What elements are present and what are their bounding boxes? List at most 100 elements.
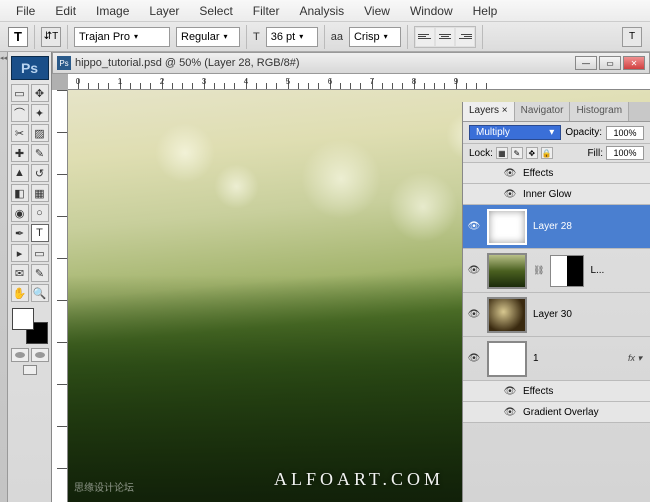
marquee-tool[interactable]: ▭ (11, 84, 29, 102)
menu-edit[interactable]: Edit (45, 2, 86, 20)
menu-select[interactable]: Select (189, 2, 242, 20)
lock-all-button[interactable]: 🔒 (541, 147, 553, 159)
menu-filter[interactable]: Filter (243, 2, 290, 20)
tab-layers[interactable]: Layers × (463, 102, 515, 121)
antialias-label: aa (331, 31, 343, 43)
menu-file[interactable]: File (6, 2, 45, 20)
layer-thumbnail[interactable] (487, 341, 527, 377)
ruler-vertical[interactable] (52, 90, 68, 502)
document-titlebar[interactable]: Ps hippo_tutorial.psd @ 50% (Layer 28, R… (52, 52, 650, 74)
layer-row[interactable]: 👁 Layer 28 (463, 205, 650, 249)
shape-tool[interactable]: ▭ (31, 244, 49, 262)
effects-row[interactable]: 👁 Effects (463, 163, 650, 184)
text-orientation-button[interactable]: ⇵T (41, 27, 61, 47)
minimize-button[interactable]: — (575, 56, 597, 70)
stamp-tool[interactable]: ▲ (11, 164, 29, 182)
eyedropper-tool[interactable]: ✎ (31, 264, 49, 282)
healing-tool[interactable]: ✚ (11, 144, 29, 162)
hand-tool[interactable]: ✋ (11, 284, 29, 302)
visibility-toggle[interactable]: 👁 (503, 384, 517, 398)
opacity-field[interactable] (606, 126, 644, 140)
ruler-horizontal[interactable]: 0123456789 (68, 74, 650, 90)
menu-view[interactable]: View (354, 2, 400, 20)
warp-text-button[interactable]: T (622, 27, 642, 47)
zoom-tool[interactable]: 🔍 (31, 284, 49, 302)
align-right-button[interactable] (456, 28, 474, 46)
menu-analysis[interactable]: Analysis (289, 2, 354, 20)
layer-row[interactable]: 👁 1 fx ▾ (463, 337, 650, 381)
font-size-dropdown[interactable]: 36 pt (266, 27, 318, 47)
blend-mode-dropdown[interactable]: Multiply▾ (469, 125, 561, 140)
layer-row[interactable]: 👁 ⛓ L... (463, 249, 650, 293)
eraser-tool[interactable]: ◧ (11, 184, 29, 202)
move-tool[interactable]: ✥ (31, 84, 49, 102)
layer-mask-thumbnail[interactable] (550, 255, 584, 287)
divider (34, 25, 35, 49)
visibility-toggle[interactable]: 👁 (503, 187, 517, 201)
maximize-button[interactable]: ▭ (599, 56, 621, 70)
color-swatches[interactable] (12, 308, 48, 344)
tool-preset-button[interactable]: T (8, 27, 28, 47)
fx-badge[interactable]: fx ▾ (624, 353, 646, 364)
history-brush-tool[interactable]: ↺ (31, 164, 49, 182)
path-select-tool[interactable]: ▸ (11, 244, 29, 262)
font-family-dropdown[interactable]: Trajan Pro (74, 27, 170, 47)
type-tool[interactable]: T (31, 224, 49, 242)
align-left-button[interactable] (416, 28, 434, 46)
notes-tool[interactable]: ✉ (11, 264, 29, 282)
layer-thumbnail[interactable] (487, 209, 527, 245)
layer-thumbnail[interactable] (487, 253, 527, 289)
screenmode-button[interactable] (23, 365, 37, 375)
layer-row[interactable]: 👁 Layer 30 (463, 293, 650, 337)
font-style-dropdown[interactable]: Regular (176, 27, 240, 47)
layer-name[interactable]: 1 (533, 353, 539, 364)
antialias-dropdown[interactable]: Crisp (349, 27, 401, 47)
dodge-tool[interactable]: ○ (31, 204, 49, 222)
gradient-tool[interactable]: ▦ (31, 184, 49, 202)
layer-name[interactable]: L... (590, 265, 604, 276)
menu-image[interactable]: Image (86, 2, 139, 20)
visibility-toggle[interactable]: 👁 (503, 166, 517, 180)
visibility-toggle[interactable]: 👁 (467, 220, 481, 234)
panel-tabs: Layers × Navigator Histogram (463, 102, 650, 122)
pen-tool[interactable]: ✒ (11, 224, 29, 242)
text-align-group (414, 26, 476, 48)
blur-tool[interactable]: ◉ (11, 204, 29, 222)
align-center-button[interactable] (436, 28, 454, 46)
dock-strip[interactable]: ◂◂ (0, 52, 8, 502)
effect-name: Inner Glow (523, 189, 571, 200)
effects-row[interactable]: 👁 Effects (463, 381, 650, 402)
effects-label: Effects (523, 386, 553, 397)
layer-thumbnail[interactable] (487, 297, 527, 333)
lasso-tool[interactable]: ⌒ (11, 104, 29, 122)
fill-field[interactable] (606, 146, 644, 160)
visibility-toggle[interactable]: 👁 (467, 264, 481, 278)
crop-tool[interactable]: ✂ (11, 124, 29, 142)
layer-name[interactable]: Layer 30 (533, 309, 572, 320)
visibility-toggle[interactable]: 👁 (503, 405, 517, 419)
magic-wand-tool[interactable]: ✦ (31, 104, 49, 122)
lock-paint-button[interactable]: ✎ (511, 147, 523, 159)
close-button[interactable]: ✕ (623, 56, 645, 70)
opacity-label: Opacity: (565, 127, 602, 138)
quickmask-mode-button[interactable] (31, 348, 49, 362)
visibility-toggle[interactable]: 👁 (467, 308, 481, 322)
options-bar: T ⇵T Trajan Pro Regular T 36 pt aa Crisp… (0, 22, 650, 52)
layer-list[interactable]: 👁 Effects 👁 Inner Glow 👁 Layer 28 👁 ⛓ L.… (463, 163, 650, 487)
menu-layer[interactable]: Layer (139, 2, 189, 20)
divider (407, 25, 408, 49)
layer-name[interactable]: Layer 28 (533, 221, 572, 232)
standard-mode-button[interactable] (11, 348, 29, 362)
brush-tool[interactable]: ✎ (31, 144, 49, 162)
foreground-swatch[interactable] (12, 308, 34, 330)
menu-window[interactable]: Window (400, 2, 463, 20)
lock-position-button[interactable]: ✥ (526, 147, 538, 159)
menu-help[interactable]: Help (463, 2, 508, 20)
visibility-toggle[interactable]: 👁 (467, 352, 481, 366)
lock-transparency-button[interactable]: ▦ (496, 147, 508, 159)
tab-histogram[interactable]: Histogram (570, 102, 629, 121)
slice-tool[interactable]: ▨ (31, 124, 49, 142)
tab-navigator[interactable]: Navigator (515, 102, 571, 121)
effect-gradient-overlay[interactable]: 👁 Gradient Overlay (463, 402, 650, 423)
effect-inner-glow[interactable]: 👁 Inner Glow (463, 184, 650, 205)
